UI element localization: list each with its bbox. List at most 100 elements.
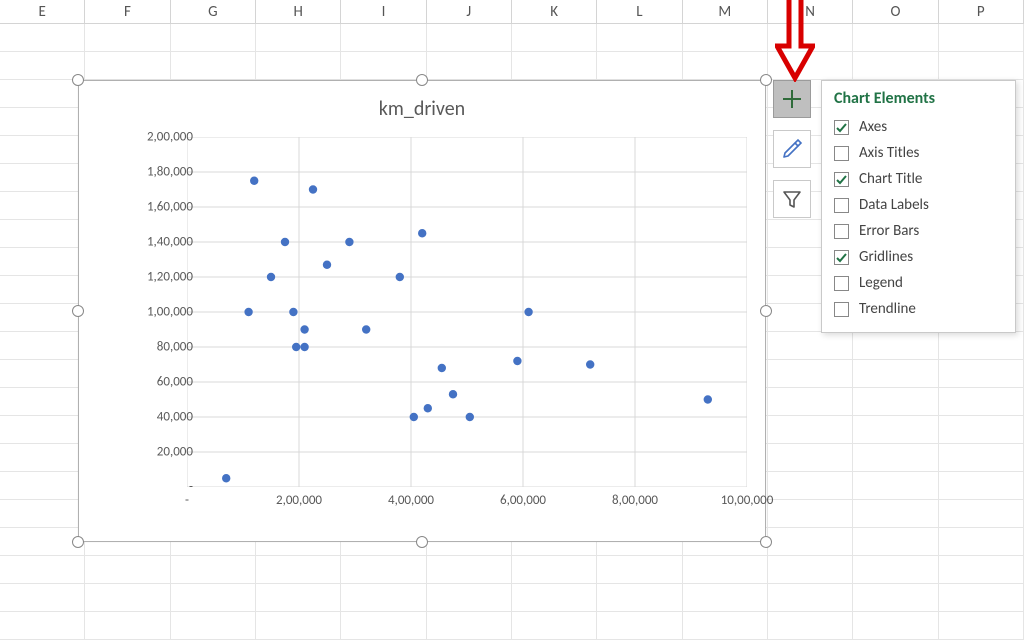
cell[interactable]: [768, 528, 853, 555]
chart-element-option[interactable]: Axis Titles: [834, 140, 1003, 166]
checkbox[interactable]: [834, 224, 849, 239]
cell[interactable]: [171, 612, 256, 639]
data-point[interactable]: [289, 308, 297, 316]
checkbox[interactable]: [834, 172, 849, 187]
cell[interactable]: [512, 584, 597, 611]
cell[interactable]: [0, 444, 85, 471]
cell[interactable]: [0, 248, 85, 275]
cell[interactable]: [256, 52, 341, 79]
cell[interactable]: [0, 24, 85, 51]
cell[interactable]: [0, 472, 85, 499]
column-header[interactable]: G: [171, 0, 256, 23]
cell[interactable]: [0, 612, 85, 639]
cell[interactable]: [0, 360, 85, 387]
checkbox[interactable]: [834, 276, 849, 291]
cell[interactable]: [512, 556, 597, 583]
cell[interactable]: [768, 472, 853, 499]
data-point[interactable]: [362, 325, 370, 333]
cell[interactable]: [171, 52, 256, 79]
cell[interactable]: [768, 360, 853, 387]
cell[interactable]: [427, 24, 512, 51]
cell[interactable]: [171, 24, 256, 51]
cell[interactable]: [683, 52, 768, 79]
cell[interactable]: [0, 388, 85, 415]
resize-handle-t[interactable]: [416, 74, 428, 86]
data-point[interactable]: [466, 413, 474, 421]
chart-elements-button[interactable]: [773, 80, 811, 118]
cell[interactable]: [256, 584, 341, 611]
cell[interactable]: [768, 584, 853, 611]
cell[interactable]: [597, 52, 682, 79]
cell[interactable]: [427, 556, 512, 583]
cell[interactable]: [85, 612, 170, 639]
cell[interactable]: [939, 528, 1024, 555]
cell[interactable]: [597, 584, 682, 611]
cell[interactable]: [768, 444, 853, 471]
chart-element-option[interactable]: Legend: [834, 270, 1003, 296]
cell[interactable]: [0, 416, 85, 443]
cell[interactable]: [0, 80, 85, 107]
cell[interactable]: [512, 52, 597, 79]
cell[interactable]: [341, 612, 426, 639]
cell[interactable]: [939, 444, 1024, 471]
cell[interactable]: [0, 500, 85, 527]
cell[interactable]: [768, 24, 853, 51]
cell[interactable]: [0, 332, 85, 359]
cell[interactable]: [939, 332, 1024, 359]
data-point[interactable]: [704, 395, 712, 403]
cell[interactable]: [683, 612, 768, 639]
cell[interactable]: [768, 612, 853, 639]
cell[interactable]: [853, 52, 938, 79]
chart-element-option[interactable]: Axes: [834, 114, 1003, 140]
checkbox[interactable]: [834, 146, 849, 161]
data-point[interactable]: [244, 308, 252, 316]
data-point[interactable]: [418, 229, 426, 237]
chart-filters-button[interactable]: [773, 180, 811, 218]
cell[interactable]: [256, 24, 341, 51]
resize-handle-br[interactable]: [760, 536, 772, 548]
cell[interactable]: [853, 444, 938, 471]
column-header[interactable]: N: [768, 0, 853, 23]
cell[interactable]: [0, 136, 85, 163]
cell[interactable]: [0, 108, 85, 135]
cell[interactable]: [768, 52, 853, 79]
cell[interactable]: [0, 584, 85, 611]
cell[interactable]: [512, 612, 597, 639]
cell[interactable]: [768, 500, 853, 527]
data-point[interactable]: [250, 177, 258, 185]
cell[interactable]: [683, 556, 768, 583]
cell[interactable]: [341, 52, 426, 79]
cell[interactable]: [939, 360, 1024, 387]
cell[interactable]: [171, 556, 256, 583]
resize-handle-tl[interactable]: [72, 74, 84, 86]
cell[interactable]: [85, 24, 170, 51]
cell[interactable]: [939, 52, 1024, 79]
chart-element-option[interactable]: Gridlines: [834, 244, 1003, 270]
cell[interactable]: [85, 584, 170, 611]
column-header[interactable]: H: [256, 0, 341, 23]
cell[interactable]: [427, 612, 512, 639]
cell[interactable]: [939, 584, 1024, 611]
resize-handle-b[interactable]: [416, 536, 428, 548]
data-point[interactable]: [438, 364, 446, 372]
data-point[interactable]: [222, 474, 230, 482]
cell[interactable]: [853, 332, 938, 359]
cell[interactable]: [683, 24, 768, 51]
data-point[interactable]: [309, 185, 317, 193]
cell[interactable]: [853, 500, 938, 527]
data-point[interactable]: [267, 273, 275, 281]
cell[interactable]: [171, 584, 256, 611]
checkbox[interactable]: [834, 198, 849, 213]
cell[interactable]: [853, 24, 938, 51]
cell[interactable]: [768, 388, 853, 415]
chart-title[interactable]: km_driven: [79, 97, 765, 121]
column-header[interactable]: M: [683, 0, 768, 23]
cell[interactable]: [939, 612, 1024, 639]
data-point[interactable]: [524, 308, 532, 316]
cell[interactable]: [768, 416, 853, 443]
cell[interactable]: [341, 24, 426, 51]
data-point[interactable]: [410, 413, 418, 421]
chart-styles-button[interactable]: [773, 130, 811, 168]
data-point[interactable]: [323, 261, 331, 269]
cell[interactable]: [939, 24, 1024, 51]
